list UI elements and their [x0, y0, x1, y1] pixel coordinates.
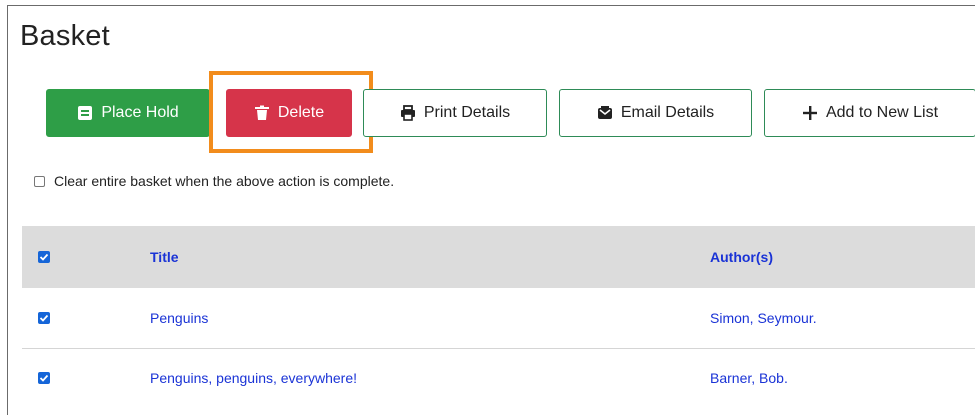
table-row: Penguins Simon, Seymour.	[22, 288, 975, 348]
clear-basket-label: Clear entire basket when the above actio…	[54, 173, 395, 189]
select-all-checkbox[interactable]	[38, 251, 50, 263]
title-header[interactable]: Title	[58, 226, 710, 288]
checkmark-icon	[39, 314, 49, 322]
place-hold-label: Place Hold	[101, 104, 179, 121]
row-author-link[interactable]: Barner, Bob.	[710, 348, 975, 408]
row-checkbox[interactable]	[38, 372, 50, 385]
checkmark-icon	[39, 375, 49, 383]
envelope-icon	[597, 105, 613, 121]
page-title: Basket	[20, 20, 110, 52]
row-select-cell	[22, 288, 58, 348]
row-title-link[interactable]: Penguins	[58, 288, 710, 348]
email-details-label: Email Details	[620, 104, 715, 121]
clear-basket-option: Clear entire basket when the above actio…	[34, 173, 394, 189]
printer-icon	[400, 105, 416, 121]
row-select-cell	[22, 348, 58, 408]
print-details-button[interactable]: Print Details	[363, 89, 547, 137]
print-details-label: Print Details	[423, 104, 511, 121]
plus-icon	[802, 105, 818, 121]
add-to-new-list-label: Add to New List	[825, 104, 939, 121]
email-details-button[interactable]: Email Details	[559, 89, 752, 137]
table-header-row: Title Author(s)	[22, 226, 975, 288]
row-author-link[interactable]: Simon, Seymour.	[710, 288, 975, 348]
clear-basket-checkbox[interactable]	[34, 175, 45, 187]
select-all-cell	[22, 226, 58, 288]
authors-header[interactable]: Author(s)	[710, 226, 975, 288]
add-to-new-list-button[interactable]: Add to New List	[764, 89, 975, 137]
row-title-link[interactable]: Penguins, penguins, everywhere!	[58, 348, 710, 408]
delete-highlight-box	[209, 71, 373, 153]
checkmark-icon	[39, 253, 49, 261]
basket-table: Title Author(s) Penguins Simon, Seymour.…	[22, 226, 975, 408]
place-hold-button[interactable]: Place Hold	[46, 89, 210, 137]
table-row: Penguins, penguins, everywhere! Barner, …	[22, 348, 975, 408]
row-checkbox[interactable]	[38, 311, 50, 324]
bookmark-icon	[77, 105, 93, 121]
